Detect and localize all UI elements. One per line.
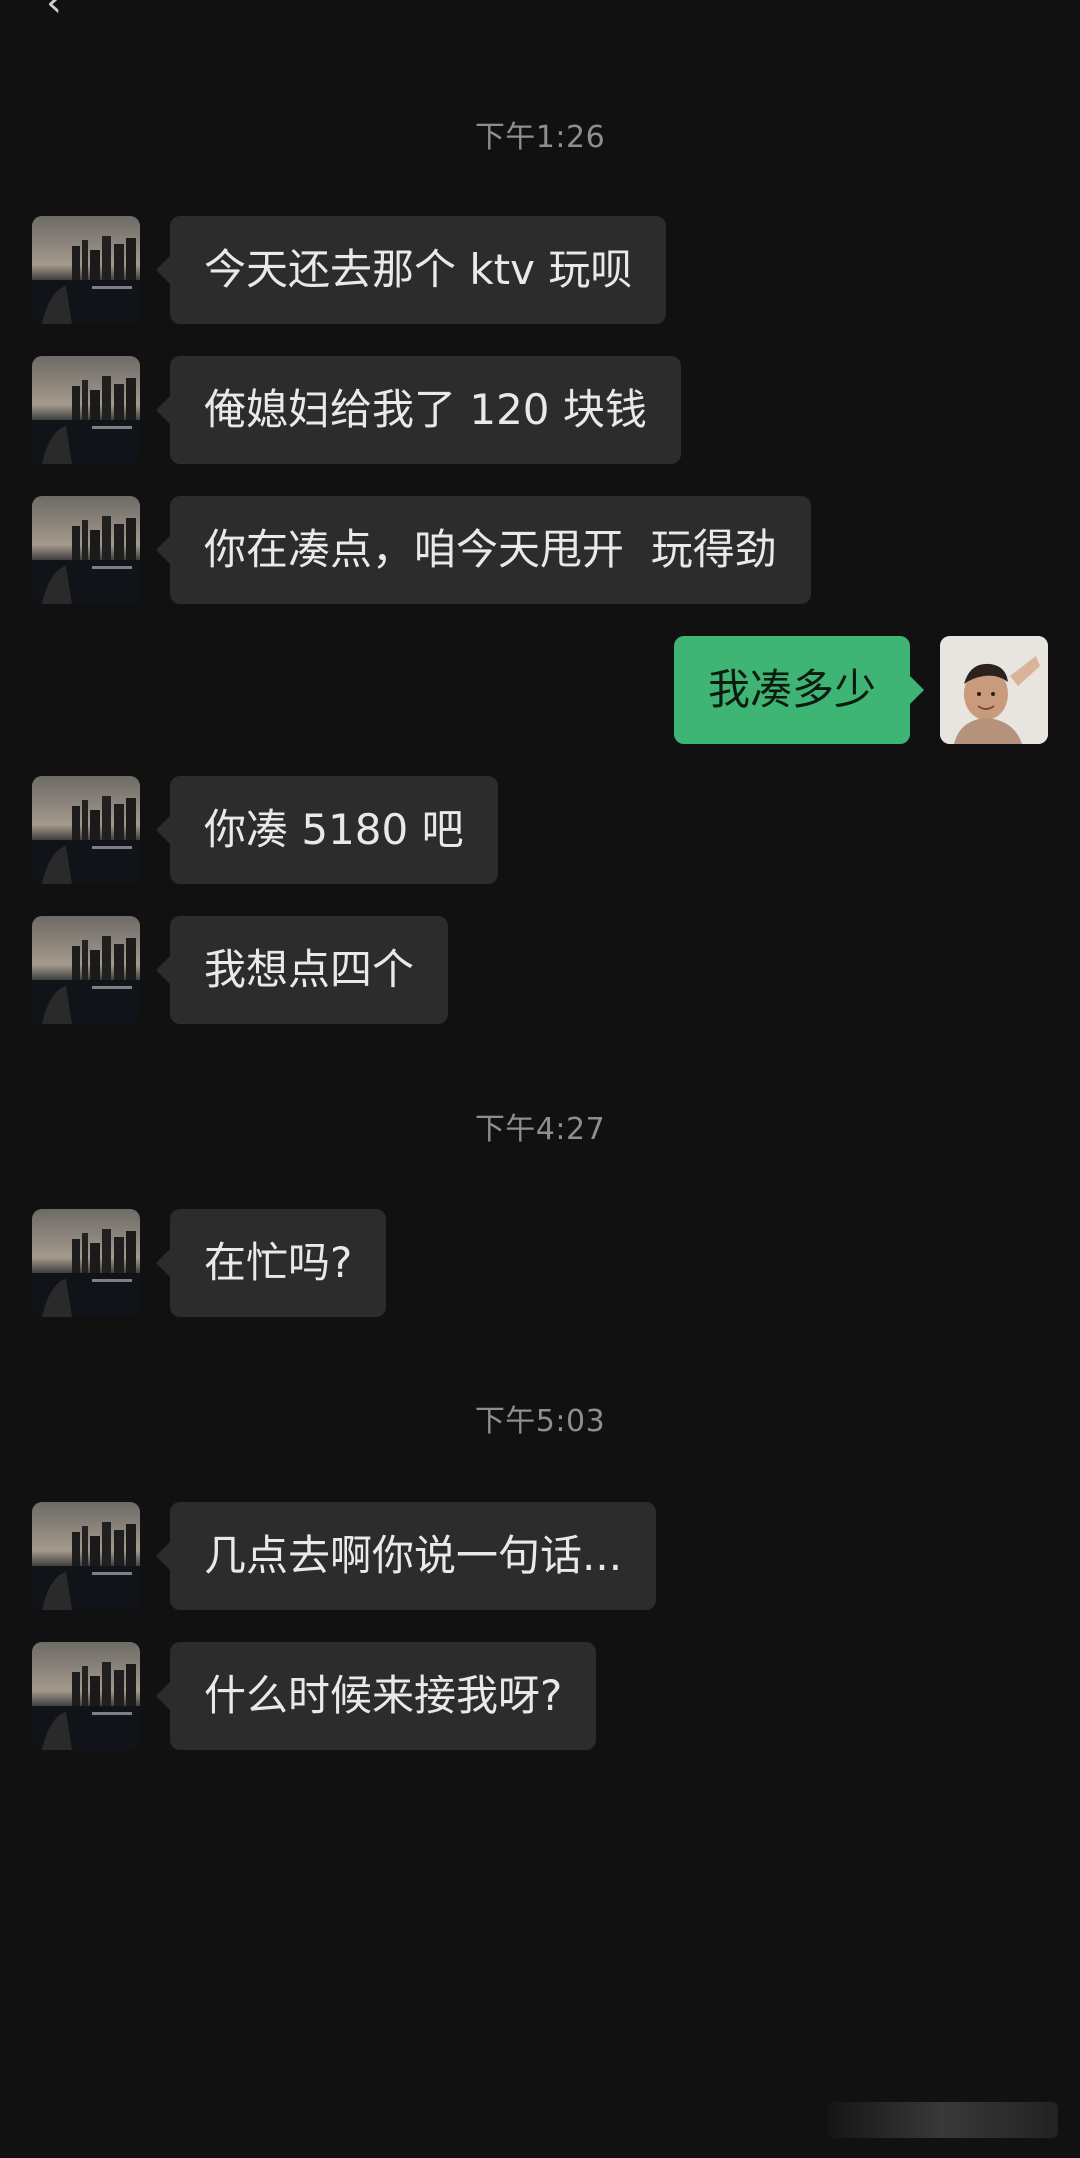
message-row: 今天还去那个 ktv 玩呗 [0, 216, 1080, 326]
message-row: 什么时候来接我呀? [0, 1642, 1080, 1752]
message-bubble[interactable]: 我凑多少 [673, 636, 925, 744]
message-bubble[interactable]: 你凑 5180 吧 [156, 776, 498, 884]
message-row: 在忙吗? [0, 1209, 1080, 1319]
message-bubble[interactable]: 什么时候来接我呀? [155, 1642, 597, 1750]
contact-avatar[interactable] [32, 216, 140, 324]
message-bubble[interactable]: 你在凑点，咱今天甩开 玩得劲 [156, 496, 811, 604]
message-row: 你在凑点，咱今天甩开 玩得劲 [0, 496, 1080, 606]
message-bubble[interactable]: 俺媳妇给我了 120 块钱 [156, 356, 681, 464]
message-row: 我凑多少 [0, 636, 1080, 746]
contact-avatar[interactable] [32, 776, 140, 884]
contact-avatar[interactable] [32, 1502, 140, 1610]
timestamp: 下午4:27 [474, 1112, 606, 1147]
message-bubble[interactable]: 今天还去那个 ktv 玩呗 [155, 216, 667, 324]
user-avatar[interactable] [940, 636, 1048, 744]
message-row: 几点去啊你说一句话... [0, 1502, 1080, 1612]
top-bar-cut: ‹ [0, 0, 1080, 14]
timestamp: 下午5:03 [474, 1404, 606, 1439]
contact-avatar[interactable] [32, 496, 140, 604]
message-bubble[interactable]: 几点去啊你说一句话... [155, 1502, 657, 1610]
contact-avatar[interactable] [32, 1642, 140, 1750]
message-bubble[interactable]: 在忙吗? [155, 1209, 387, 1317]
timestamp: 下午1:26 [474, 120, 606, 155]
back-icon[interactable]: ‹ [46, 0, 62, 14]
contact-avatar[interactable] [32, 1209, 140, 1317]
message-row: 你凑 5180 吧 [0, 776, 1080, 886]
message-row: 俺媳妇给我了 120 块钱 [0, 356, 1080, 466]
contact-avatar[interactable] [32, 916, 140, 1024]
message-row: 我想点四个 [0, 916, 1080, 1026]
message-bubble[interactable]: 我想点四个 [155, 916, 449, 1024]
contact-avatar[interactable] [32, 356, 140, 464]
watermark [828, 2102, 1058, 2138]
